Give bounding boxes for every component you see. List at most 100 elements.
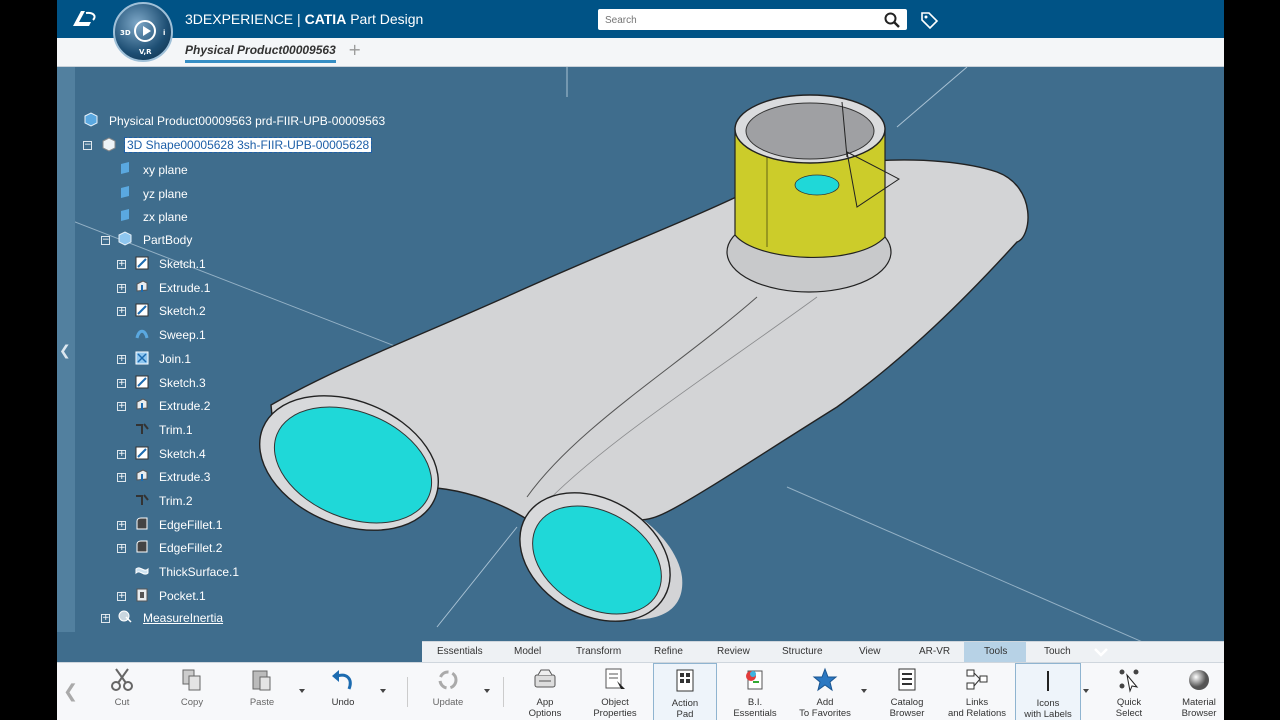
tab-touch[interactable]: Touch — [1044, 646, 1071, 657]
tab-model[interactable]: Model — [514, 646, 541, 657]
tree-node-feature[interactable]: Join.1 — [159, 352, 191, 366]
update-dropdown-caret[interactable] — [484, 689, 490, 693]
tree-node-feature[interactable]: EdgeFillet.2 — [159, 541, 222, 555]
material-browser-button[interactable]: Material Browser — [1169, 663, 1224, 720]
expand-toggle-feature[interactable]: + — [117, 521, 126, 530]
tree-node-zx-plane[interactable]: zx plane — [143, 210, 188, 224]
tree-node-xy-plane[interactable]: xy plane — [143, 163, 188, 177]
tab-transform[interactable]: Transform — [576, 646, 621, 657]
cut-button[interactable]: Cut — [92, 663, 152, 720]
tree-node-feature[interactable]: Sketch.2 — [159, 304, 206, 318]
tree-node-feature[interactable]: Sketch.4 — [159, 447, 206, 461]
search-icon[interactable] — [883, 11, 901, 29]
action-pad-icon — [676, 669, 694, 692]
tree-node-feature[interactable]: Extrude.3 — [159, 470, 210, 484]
undo-button[interactable]: Undo — [313, 663, 373, 720]
tab-refine[interactable]: Refine — [654, 646, 683, 657]
expand-toggle-feature[interactable]: + — [117, 284, 126, 293]
toolbar-separator — [503, 677, 504, 707]
tree-node-feature[interactable]: EdgeFillet.1 — [159, 518, 222, 532]
links-relations-label: Links and Relations — [947, 697, 1007, 719]
tree-node-measure-inertia[interactable]: MeasureInertia — [143, 611, 223, 625]
tree-node-physical-product[interactable]: Physical Product00009563 prd-FIIR-UPB-00… — [109, 114, 385, 128]
add-to-favorites-button[interactable]: Add To Favorites — [795, 663, 855, 720]
expand-toggle-feature[interactable]: + — [117, 307, 126, 316]
expand-toggle-feature[interactable]: + — [117, 450, 126, 459]
compass-widget[interactable]: 3D i V,R — [113, 2, 173, 62]
collapse-toggle-partbody[interactable]: − — [101, 236, 110, 245]
tree-node-yz-plane[interactable]: yz plane — [143, 187, 188, 201]
chevron-left-icon[interactable]: ❮ — [63, 681, 78, 702]
play-icon[interactable] — [134, 20, 156, 42]
sketch-icon — [135, 256, 149, 270]
tab-tools[interactable]: Tools — [984, 646, 1007, 657]
tree-node-partbody[interactable]: PartBody — [143, 233, 192, 247]
trim-icon — [136, 423, 149, 434]
compass-label-i[interactable]: i — [163, 29, 165, 37]
expand-toggle-feature[interactable]: + — [117, 355, 126, 364]
action-pad-button[interactable]: Action Pad — [653, 663, 717, 720]
copy-button[interactable]: Copy — [162, 663, 222, 720]
tab-view[interactable]: View — [859, 646, 881, 657]
extrude-icon — [136, 469, 148, 481]
collapse-toggle-shape[interactable]: − — [83, 141, 92, 150]
plane-icon — [121, 209, 129, 221]
action-bar-tabs: Essentials Model Transform Refine Review… — [422, 641, 1224, 663]
tree-node-feature[interactable]: Sketch.3 — [159, 376, 206, 390]
tree-node-feature[interactable]: Extrude.1 — [159, 281, 210, 295]
compass-label-3d[interactable]: 3D — [120, 29, 131, 37]
expand-toggle-feature[interactable]: + — [117, 544, 126, 553]
top-bar: 3DEXPERIENCE | CATIA Part Design — [57, 0, 1224, 38]
object-properties-button[interactable]: Object Properties — [585, 663, 645, 720]
icons-with-labels-button[interactable]: Icons with Labels — [1015, 663, 1081, 720]
icons-labels-dropdown-caret[interactable] — [1083, 689, 1089, 693]
paste-icon — [252, 670, 271, 691]
expand-toggle-feature[interactable]: + — [117, 402, 126, 411]
extrude-icon — [136, 280, 148, 292]
tab-review[interactable]: Review — [717, 646, 750, 657]
document-tab-bar: Physical Product00009563 + — [57, 38, 1224, 67]
update-button[interactable]: Update — [418, 663, 478, 720]
text-cursor-icon — [1047, 671, 1049, 691]
paste-button[interactable]: Paste — [232, 663, 292, 720]
add-tab-button[interactable]: + — [348, 40, 361, 59]
expand-toggle-feature[interactable]: + — [117, 473, 126, 482]
chevron-left-icon[interactable]: ❮ — [59, 343, 73, 359]
icons-with-labels-label: Icons with Labels — [1024, 698, 1072, 720]
undo-dropdown-caret[interactable] — [380, 689, 386, 693]
quick-select-button[interactable]: Quick Select — [1099, 663, 1159, 720]
expand-toggle-feature[interactable]: + — [117, 379, 126, 388]
tree-node-feature[interactable]: Extrude.2 — [159, 399, 210, 413]
tree-node-feature[interactable]: Trim.2 — [159, 494, 193, 508]
app-options-button[interactable]: App Options — [515, 663, 575, 720]
expand-toggle-measure[interactable]: + — [101, 614, 110, 623]
paste-dropdown-caret[interactable] — [299, 689, 305, 693]
tree-node-3d-shape[interactable]: 3D Shape00005628 3sh-FIIR-UPB-00005628 — [123, 137, 373, 153]
panel-collapse-strip[interactable]: ❮ — [57, 67, 75, 632]
catalog-browser-button[interactable]: Catalog Browser — [877, 663, 937, 720]
search-input[interactable] — [598, 9, 877, 32]
expand-toggle-feature[interactable]: + — [117, 592, 126, 601]
quick-select-icon — [1119, 669, 1139, 693]
links-relations-button[interactable]: Links and Relations — [943, 663, 1011, 720]
chevron-down-icon[interactable] — [1092, 643, 1110, 661]
bi-essentials-label: B.I. Essentials — [733, 697, 777, 719]
tab-structure[interactable]: Structure — [782, 646, 823, 657]
tree-node-feature[interactable]: Sketch.1 — [159, 257, 206, 271]
compass-label-vr[interactable]: V,R — [139, 48, 152, 56]
material-sphere-icon — [1189, 670, 1209, 690]
sweep-icon — [135, 329, 149, 339]
tree-node-feature[interactable]: Trim.1 — [159, 423, 193, 437]
bi-essentials-button[interactable]: B.I. Essentials — [725, 663, 785, 720]
tree-node-feature[interactable]: Sweep.1 — [159, 328, 206, 342]
favorites-dropdown-caret[interactable] — [861, 689, 867, 693]
tree-node-feature[interactable]: Pocket.1 — [159, 589, 206, 603]
tree-node-feature[interactable]: ThickSurface.1 — [159, 565, 239, 579]
tab-physical-product[interactable]: Physical Product00009563 — [185, 43, 336, 63]
dassault-logo-icon[interactable] — [69, 8, 99, 30]
tab-essentials[interactable]: Essentials — [437, 646, 483, 657]
tab-ar-vr[interactable]: AR-VR — [919, 646, 950, 657]
tag-icon[interactable] — [919, 10, 939, 30]
action-bar: ❮ Cut Copy Paste Undo Update AppOptions — [57, 662, 1224, 720]
expand-toggle-feature[interactable]: + — [117, 260, 126, 269]
